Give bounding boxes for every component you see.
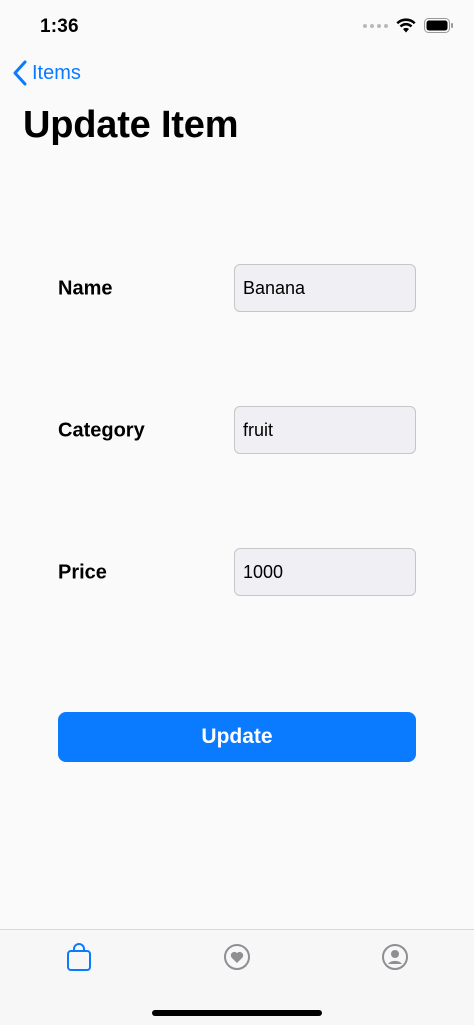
wifi-icon [396,18,416,33]
category-label: Category [58,419,145,442]
tab-profile[interactable] [378,940,412,974]
page-title: Update Item [23,104,239,146]
tab-favorites[interactable] [220,940,254,974]
update-button[interactable]: Update [58,712,416,762]
back-button-label: Items [32,61,81,84]
name-field[interactable] [234,264,416,312]
bag-icon [67,943,91,971]
form-row-category: Category [58,406,416,456]
heart-circle-icon [224,944,250,970]
form-row-price: Price [58,548,416,598]
home-indicator [152,1010,322,1016]
price-label: Price [58,561,107,584]
tab-items[interactable] [62,940,96,974]
name-label: Name [58,277,113,300]
status-bar: 1:36 [0,0,474,54]
chevron-left-icon [13,60,27,86]
status-time: 1:36 [40,16,79,37]
status-indicators [363,18,454,33]
cellular-signal-icon [363,23,388,28]
back-button[interactable]: Items [12,60,81,86]
category-field[interactable] [234,406,416,454]
battery-icon [424,18,453,33]
person-circle-icon [382,944,408,970]
price-field[interactable] [234,548,416,596]
form-row-name: Name [58,264,416,314]
screen: 1:36 Items Update Item Name Banana Categ… [0,0,474,1025]
